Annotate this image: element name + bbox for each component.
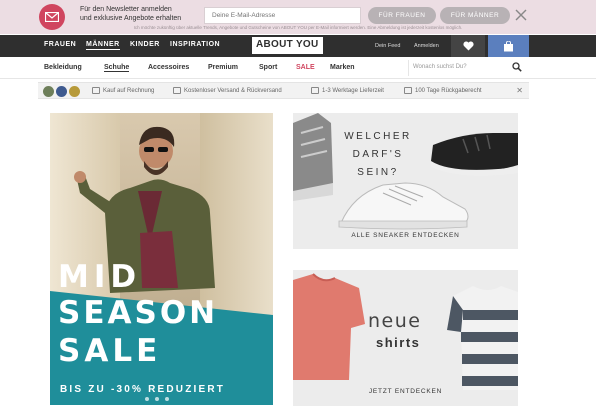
newsletter-text: Für den Newsletter anmelden und exklusiv… xyxy=(80,5,200,23)
benefits-bar: Kauf auf Rechnung Kostenloser Versand & … xyxy=(38,82,529,99)
return-icon xyxy=(404,87,412,94)
benefit-label: 1-3 Werktage Lieferzeit xyxy=(322,87,384,94)
benefit-label: Kauf auf Rechnung xyxy=(103,87,155,94)
trust-seal-icon xyxy=(56,86,67,97)
hero-headline-1: MID xyxy=(58,259,142,295)
carousel-dots[interactable] xyxy=(145,397,169,401)
newsletter-fine-print: Ich möchte zukünftig über aktuelle Trend… xyxy=(133,25,463,30)
nav-item-kinder[interactable]: KINDER xyxy=(130,41,160,48)
category-schuhe[interactable]: Schuhe xyxy=(104,64,130,72)
hero-headline-3: SALE xyxy=(58,333,162,369)
nav-item-maenner[interactable]: MÄNNER xyxy=(86,41,120,50)
category-marken[interactable]: Marken xyxy=(330,64,355,71)
bag-icon xyxy=(504,40,513,51)
all-sneakers-link[interactable]: ALLE SNEAKER ENTDECKEN xyxy=(293,232,518,239)
login-link[interactable]: Anmelden xyxy=(414,43,439,49)
search-icon[interactable] xyxy=(512,62,522,72)
newsletter-line-2: und exklusive Angebote erhalten xyxy=(80,15,182,22)
cart-button[interactable] xyxy=(488,35,529,57)
hero-banner[interactable]: MID SEASON SALE BIS ZU -30% REDUZIERT xyxy=(50,113,273,405)
heart-icon xyxy=(462,41,474,51)
calendar-icon xyxy=(311,87,319,94)
hero-subline: BIS ZU -30% REDUZIERT xyxy=(60,384,226,395)
category-nav: Bekleidung Schuhe Accessoires Premium Sp… xyxy=(0,57,596,79)
about-you-logo[interactable]: ABOUT YOU xyxy=(252,37,323,54)
hero-headline-2: SEASON xyxy=(58,295,219,331)
close-icon[interactable]: ✕ xyxy=(516,86,523,95)
sneaker-banner[interactable]: WELCHER DARF'S SEIN? ALLE SNEAKER ENTDEC… xyxy=(293,113,518,249)
carousel-dot[interactable] xyxy=(155,397,159,401)
benefit-returns: 100 Tage Rückgaberecht xyxy=(404,87,482,94)
shirts-banner[interactable]: neue shirts JETZT ENTDECKEN xyxy=(293,270,518,406)
benefit-shipping: Kostenloser Versand & Rückversand xyxy=(173,87,282,94)
benefit-label: 100 Tage Rückgaberecht xyxy=(415,87,482,94)
newsletter-line-1: Für den Newsletter anmelden xyxy=(80,6,172,13)
invoice-icon xyxy=(92,87,100,94)
category-accessoires[interactable]: Accessoires xyxy=(148,64,189,71)
subscribe-women-button[interactable]: FÜR FRAUEN xyxy=(368,7,436,24)
shirts-headline-2: shirts xyxy=(376,335,421,350)
category-premium[interactable]: Premium xyxy=(208,64,238,71)
category-sale[interactable]: SALE xyxy=(296,64,315,71)
subscribe-men-button[interactable]: FÜR MÄNNER xyxy=(440,7,510,24)
category-sport[interactable]: Sport xyxy=(259,64,277,71)
benefit-label: Kostenloser Versand & Rückversand xyxy=(184,87,282,94)
nav-item-inspiration[interactable]: INSPIRATION xyxy=(170,41,220,48)
sneaker-title: WELCHER DARF'S SEIN? xyxy=(344,131,412,178)
shirts-headline-1: neue xyxy=(368,310,422,332)
newsletter-bar: Für den Newsletter anmelden und exklusiv… xyxy=(0,0,596,34)
discover-shirts-link[interactable]: JETZT ENTDECKEN xyxy=(293,388,518,395)
category-bekleidung[interactable]: Bekleidung xyxy=(44,64,82,71)
nav-item-frauen[interactable]: FRAUEN xyxy=(44,41,76,48)
email-field[interactable] xyxy=(204,7,361,24)
close-icon[interactable] xyxy=(515,8,529,22)
search-divider xyxy=(408,60,409,76)
logo-text: ABOUT YOU xyxy=(256,39,319,50)
trust-seal-icon xyxy=(43,86,54,97)
search-input[interactable]: Wonach suchst Du? xyxy=(413,64,467,70)
truck-icon xyxy=(173,87,181,94)
benefit-invoice: Kauf auf Rechnung xyxy=(92,87,154,94)
feed-link[interactable]: Dein Feed xyxy=(375,43,400,49)
wishlist-button[interactable] xyxy=(451,35,485,57)
trust-seal-icon xyxy=(69,86,80,97)
carousel-dot[interactable] xyxy=(165,397,169,401)
benefit-delivery: 1-3 Werktage Lieferzeit xyxy=(311,87,384,94)
carousel-dot[interactable] xyxy=(145,397,149,401)
